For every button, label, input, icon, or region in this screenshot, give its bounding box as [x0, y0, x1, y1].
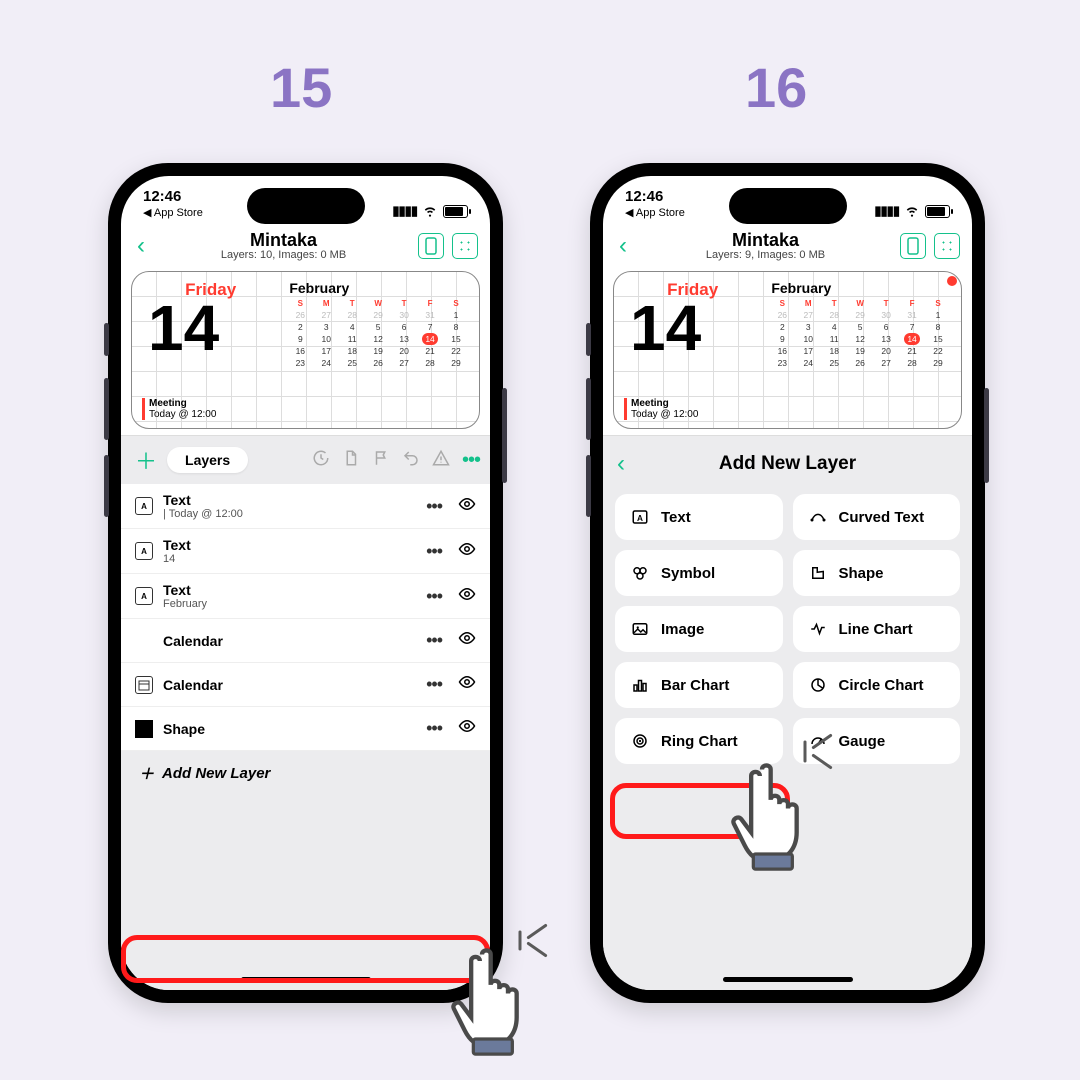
line-chart-icon [807, 620, 829, 638]
status-time: 12:46 [625, 188, 663, 205]
layer-type-shape[interactable]: Shape [793, 550, 961, 596]
status-time: 12:46 [143, 188, 181, 205]
nav-title: Mintaka [631, 230, 900, 251]
toolbar-document-icon[interactable] [342, 449, 360, 471]
nav-back-button[interactable]: ‹ [615, 232, 631, 260]
battery-icon [925, 205, 950, 218]
step-label-15: 15 [270, 55, 332, 120]
layer-visibility-icon[interactable] [458, 495, 476, 518]
status-back-appstore[interactable]: ◀ App Store [143, 206, 203, 219]
layer-visibility-icon[interactable] [458, 629, 476, 652]
widget-daynum: 14 [624, 300, 761, 358]
toolbar-warning-icon[interactable] [432, 449, 450, 471]
preview-grid-icon[interactable] [934, 233, 960, 259]
nav-back-button[interactable]: ‹ [133, 232, 149, 260]
layer-type-text[interactable]: AText [615, 494, 783, 540]
circle-chart-icon [807, 676, 829, 694]
ring-chart-icon [629, 732, 651, 750]
blank-layer-icon [135, 632, 153, 650]
text-layer-icon: A [135, 542, 153, 560]
widget-preview[interactable]: Friday 14 Meeting Today @ 12:00 February… [613, 271, 962, 429]
toolbar-flag-icon[interactable] [372, 449, 390, 471]
dynamic-island [729, 188, 847, 224]
preview-grid-icon[interactable] [452, 233, 478, 259]
wifi-icon [421, 201, 439, 222]
nav-bar: ‹ Mintaka Layers: 9, Images: 0 MB [603, 230, 972, 265]
layer-more-icon[interactable]: ••• [420, 541, 448, 562]
signal-icon: ▮▮▮▮ [392, 203, 417, 219]
layer-visibility-icon[interactable] [458, 673, 476, 696]
widget-month: February [769, 280, 951, 296]
symbol-icon [629, 564, 651, 582]
layer-more-icon[interactable]: ••• [420, 674, 448, 695]
plus-icon: ＋ [139, 763, 154, 784]
toolbar-undo-icon[interactable] [402, 449, 420, 471]
toolbar-add-icon[interactable]: ＋ [131, 444, 161, 476]
layer-type-bar-chart[interactable]: Bar Chart [615, 662, 783, 708]
layers-toolbar: ＋ Layers [121, 436, 490, 484]
layer-type-ring-chart[interactable]: Ring Chart [615, 718, 783, 764]
add-new-layer-row[interactable]: ＋ Add New Layer [121, 751, 490, 796]
layer-list: AText| Today @ 12:00•••AText14•••ATextFe… [121, 484, 490, 751]
shape-layer-icon [135, 720, 153, 738]
nav-subtitle: Layers: 9, Images: 0 MB [631, 249, 900, 261]
layer-more-icon[interactable]: ••• [420, 586, 448, 607]
text-layer-icon: A [135, 497, 153, 515]
layer-type-line-chart[interactable]: Line Chart [793, 606, 961, 652]
phone-frame-2: 12:46 ◀ App Store ▮▮▮▮ ‹ Mintaka Layers:… [590, 163, 985, 1003]
home-indicator[interactable] [723, 977, 853, 982]
layer-more-icon[interactable]: ••• [420, 496, 448, 517]
layer-row[interactable]: AText14••• [121, 529, 490, 574]
battery-icon [443, 205, 468, 218]
layer-type-image[interactable]: Image [615, 606, 783, 652]
wifi-icon [903, 201, 921, 222]
layer-row[interactable]: ATextFebruary••• [121, 574, 490, 619]
layer-visibility-icon[interactable] [458, 585, 476, 608]
layer-visibility-icon[interactable] [458, 717, 476, 740]
dynamic-island [247, 188, 365, 224]
toolbar-more-icon[interactable]: ••• [462, 449, 480, 472]
image-icon [629, 620, 651, 638]
layer-row[interactable]: Shape••• [121, 707, 490, 751]
widget-event: Meeting Today @ 12:00 [624, 398, 761, 420]
widget-event: Meeting Today @ 12:00 [142, 398, 279, 420]
step-label-16: 16 [745, 55, 807, 120]
toolbar-history-icon[interactable] [312, 449, 330, 471]
curved-text-icon [807, 508, 829, 526]
nav-title: Mintaka [149, 230, 418, 251]
widget-calendar: SMTWTFS262728293031123456789101112131415… [769, 298, 951, 369]
home-indicator[interactable] [241, 977, 371, 982]
svg-text:A: A [637, 514, 643, 523]
widget-calendar: SMTWTFS262728293031123456789101112131415… [287, 298, 469, 369]
layer-type-curved-text[interactable]: Curved Text [793, 494, 961, 540]
calendar-layer-icon [135, 676, 153, 694]
panel-title: Add New Layer [617, 453, 958, 475]
layer-type-circle-chart[interactable]: Circle Chart [793, 662, 961, 708]
layer-row[interactable]: Calendar••• [121, 619, 490, 663]
bar-chart-icon [629, 676, 651, 694]
toolbar-segment-layers[interactable]: Layers [167, 447, 248, 473]
nav-bar: ‹ Mintaka Layers: 10, Images: 0 MB [121, 230, 490, 265]
layer-visibility-icon[interactable] [458, 540, 476, 563]
widget-month: February [287, 280, 469, 296]
widget-preview[interactable]: Friday 14 Meeting Today @ 12:00 February… [131, 271, 480, 429]
signal-icon: ▮▮▮▮ [874, 203, 899, 219]
layer-type-symbol[interactable]: Symbol [615, 550, 783, 596]
widget-daynum: 14 [142, 300, 279, 358]
layer-more-icon[interactable]: ••• [420, 718, 448, 739]
layer-row[interactable]: Calendar••• [121, 663, 490, 707]
layer-type-grid: ATextCurved TextSymbolShapeImageLine Cha… [603, 488, 972, 776]
text-icon: A [629, 508, 651, 526]
layer-more-icon[interactable]: ••• [420, 630, 448, 651]
text-layer-icon: A [135, 587, 153, 605]
preview-phone-icon[interactable] [418, 233, 444, 259]
preview-phone-icon[interactable] [900, 233, 926, 259]
shape-icon [807, 564, 829, 582]
phone-frame-1: 12:46 ◀ App Store ▮▮▮▮ ‹ Mintaka Layers:… [108, 163, 503, 1003]
layer-row[interactable]: AText| Today @ 12:00••• [121, 484, 490, 529]
status-back-appstore[interactable]: ◀ App Store [625, 206, 685, 219]
nav-subtitle: Layers: 10, Images: 0 MB [149, 249, 418, 261]
